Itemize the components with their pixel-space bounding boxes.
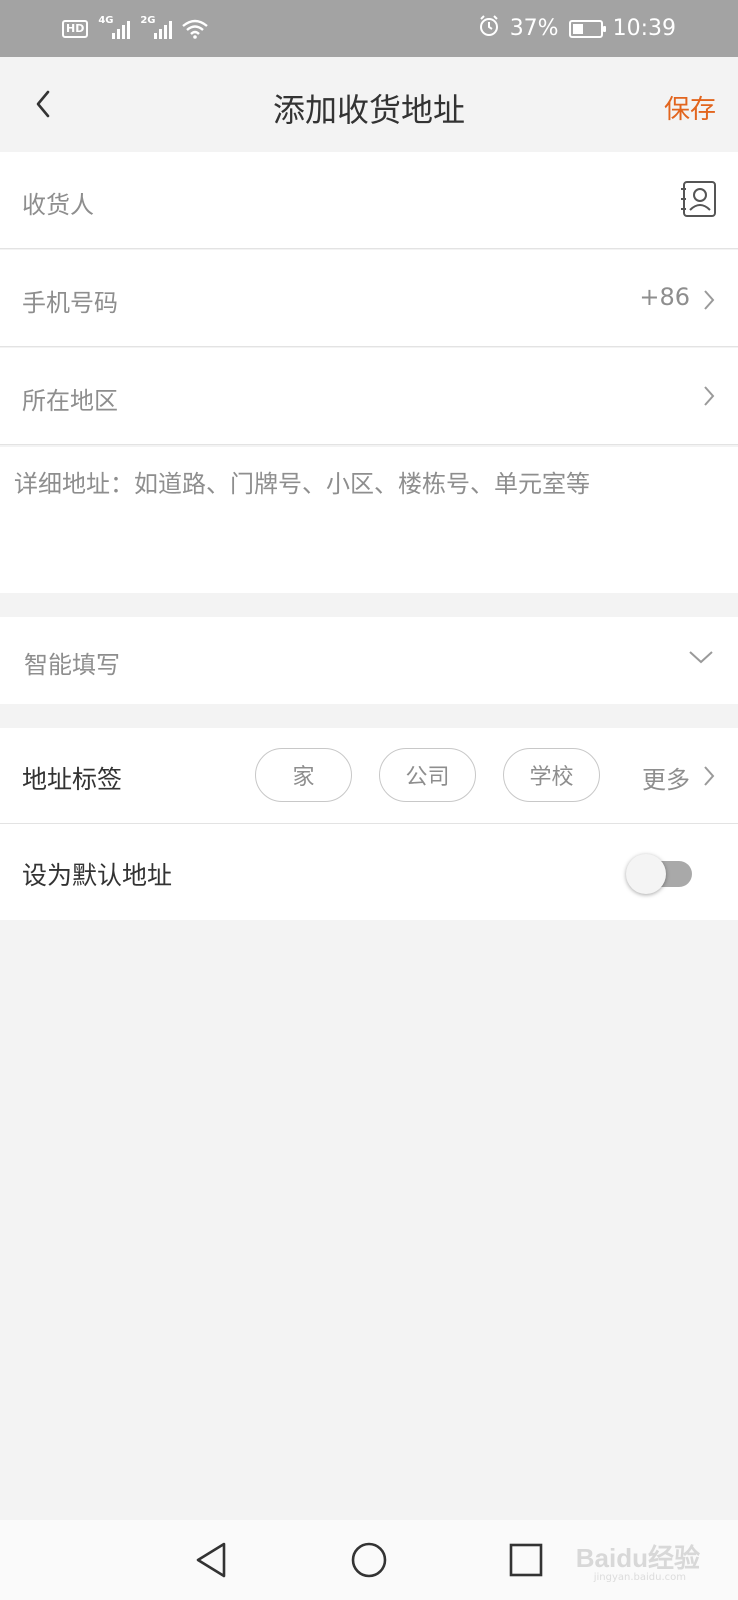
battery-icon: [568, 19, 606, 38]
network-type-label: 2G: [140, 14, 156, 26]
region-selector[interactable]: 所在地区: [0, 348, 738, 445]
alarm-icon: [478, 14, 500, 43]
phone-field[interactable]: 手机号码 +86: [0, 250, 738, 347]
network-type-label: 4G: [98, 14, 114, 26]
smart-fill-toggle[interactable]: 智能填写: [0, 617, 738, 704]
default-address-row: 设为默认地址: [0, 824, 738, 920]
chevron-right-icon: [704, 386, 715, 406]
signal-icon: 4G: [98, 15, 131, 39]
address-tags-label: 地址标签: [22, 765, 123, 794]
address-placeholder: 详细地址：如道路、门牌号、小区、楼栋号、单元室等: [14, 470, 590, 498]
phone-placeholder: 手机号码: [22, 289, 118, 317]
page-title: 添加收货地址: [272, 91, 465, 129]
default-address-label: 设为默认地址: [22, 861, 173, 890]
hd-icon: HD: [62, 19, 89, 38]
default-address-toggle[interactable]: [626, 854, 694, 894]
clock: 10:39: [612, 16, 676, 41]
system-navigation-bar: Baidu经验 jingyan.baidu.com: [0, 1520, 738, 1600]
tag-home[interactable]: 家: [255, 748, 352, 802]
region-placeholder: 所在地区: [22, 387, 118, 415]
status-right: 37% 10:39: [478, 14, 676, 43]
triangle-back-icon: [196, 1542, 226, 1578]
chevron-right-icon: [704, 766, 715, 786]
battery-percent: 37%: [509, 16, 559, 41]
status-left: HD 4G 2G: [62, 15, 209, 39]
recipient-field[interactable]: 收货人: [0, 152, 738, 249]
watermark-url: jingyan.baidu.com: [593, 1572, 686, 1583]
smart-fill-label: 智能填写: [24, 651, 120, 679]
status-bar: HD 4G 2G 37% 10:39: [0, 0, 738, 57]
tag-company[interactable]: 公司: [379, 748, 476, 802]
toggle-knob: [626, 854, 666, 894]
save-button[interactable]: 保存: [664, 89, 716, 126]
square-recents-icon: [509, 1543, 543, 1577]
watermark-logo: Baidu经验: [575, 1543, 700, 1573]
country-code-selector[interactable]: +86: [639, 283, 690, 311]
wifi-icon: [182, 19, 209, 39]
system-recents-button[interactable]: [506, 1540, 546, 1580]
detailed-address-field[interactable]: 详细地址：如道路、门牌号、小区、楼栋号、单元室等: [0, 447, 738, 593]
more-tags-button[interactable]: 更多: [642, 760, 690, 795]
contacts-icon[interactable]: [680, 180, 718, 218]
address-tags-row: 地址标签 家 公司 学校 更多: [0, 728, 738, 824]
tag-school[interactable]: 学校: [503, 748, 600, 802]
recipient-placeholder: 收货人: [22, 191, 94, 219]
chevron-down-icon: [689, 651, 713, 664]
system-home-button[interactable]: [349, 1540, 389, 1580]
system-back-button[interactable]: [192, 1540, 232, 1580]
chevron-right-icon: [704, 290, 715, 310]
circle-home-icon: [351, 1542, 387, 1578]
navigation-bar: 添加收货地址 保存: [0, 57, 738, 152]
signal-icon: 2G: [140, 15, 173, 39]
